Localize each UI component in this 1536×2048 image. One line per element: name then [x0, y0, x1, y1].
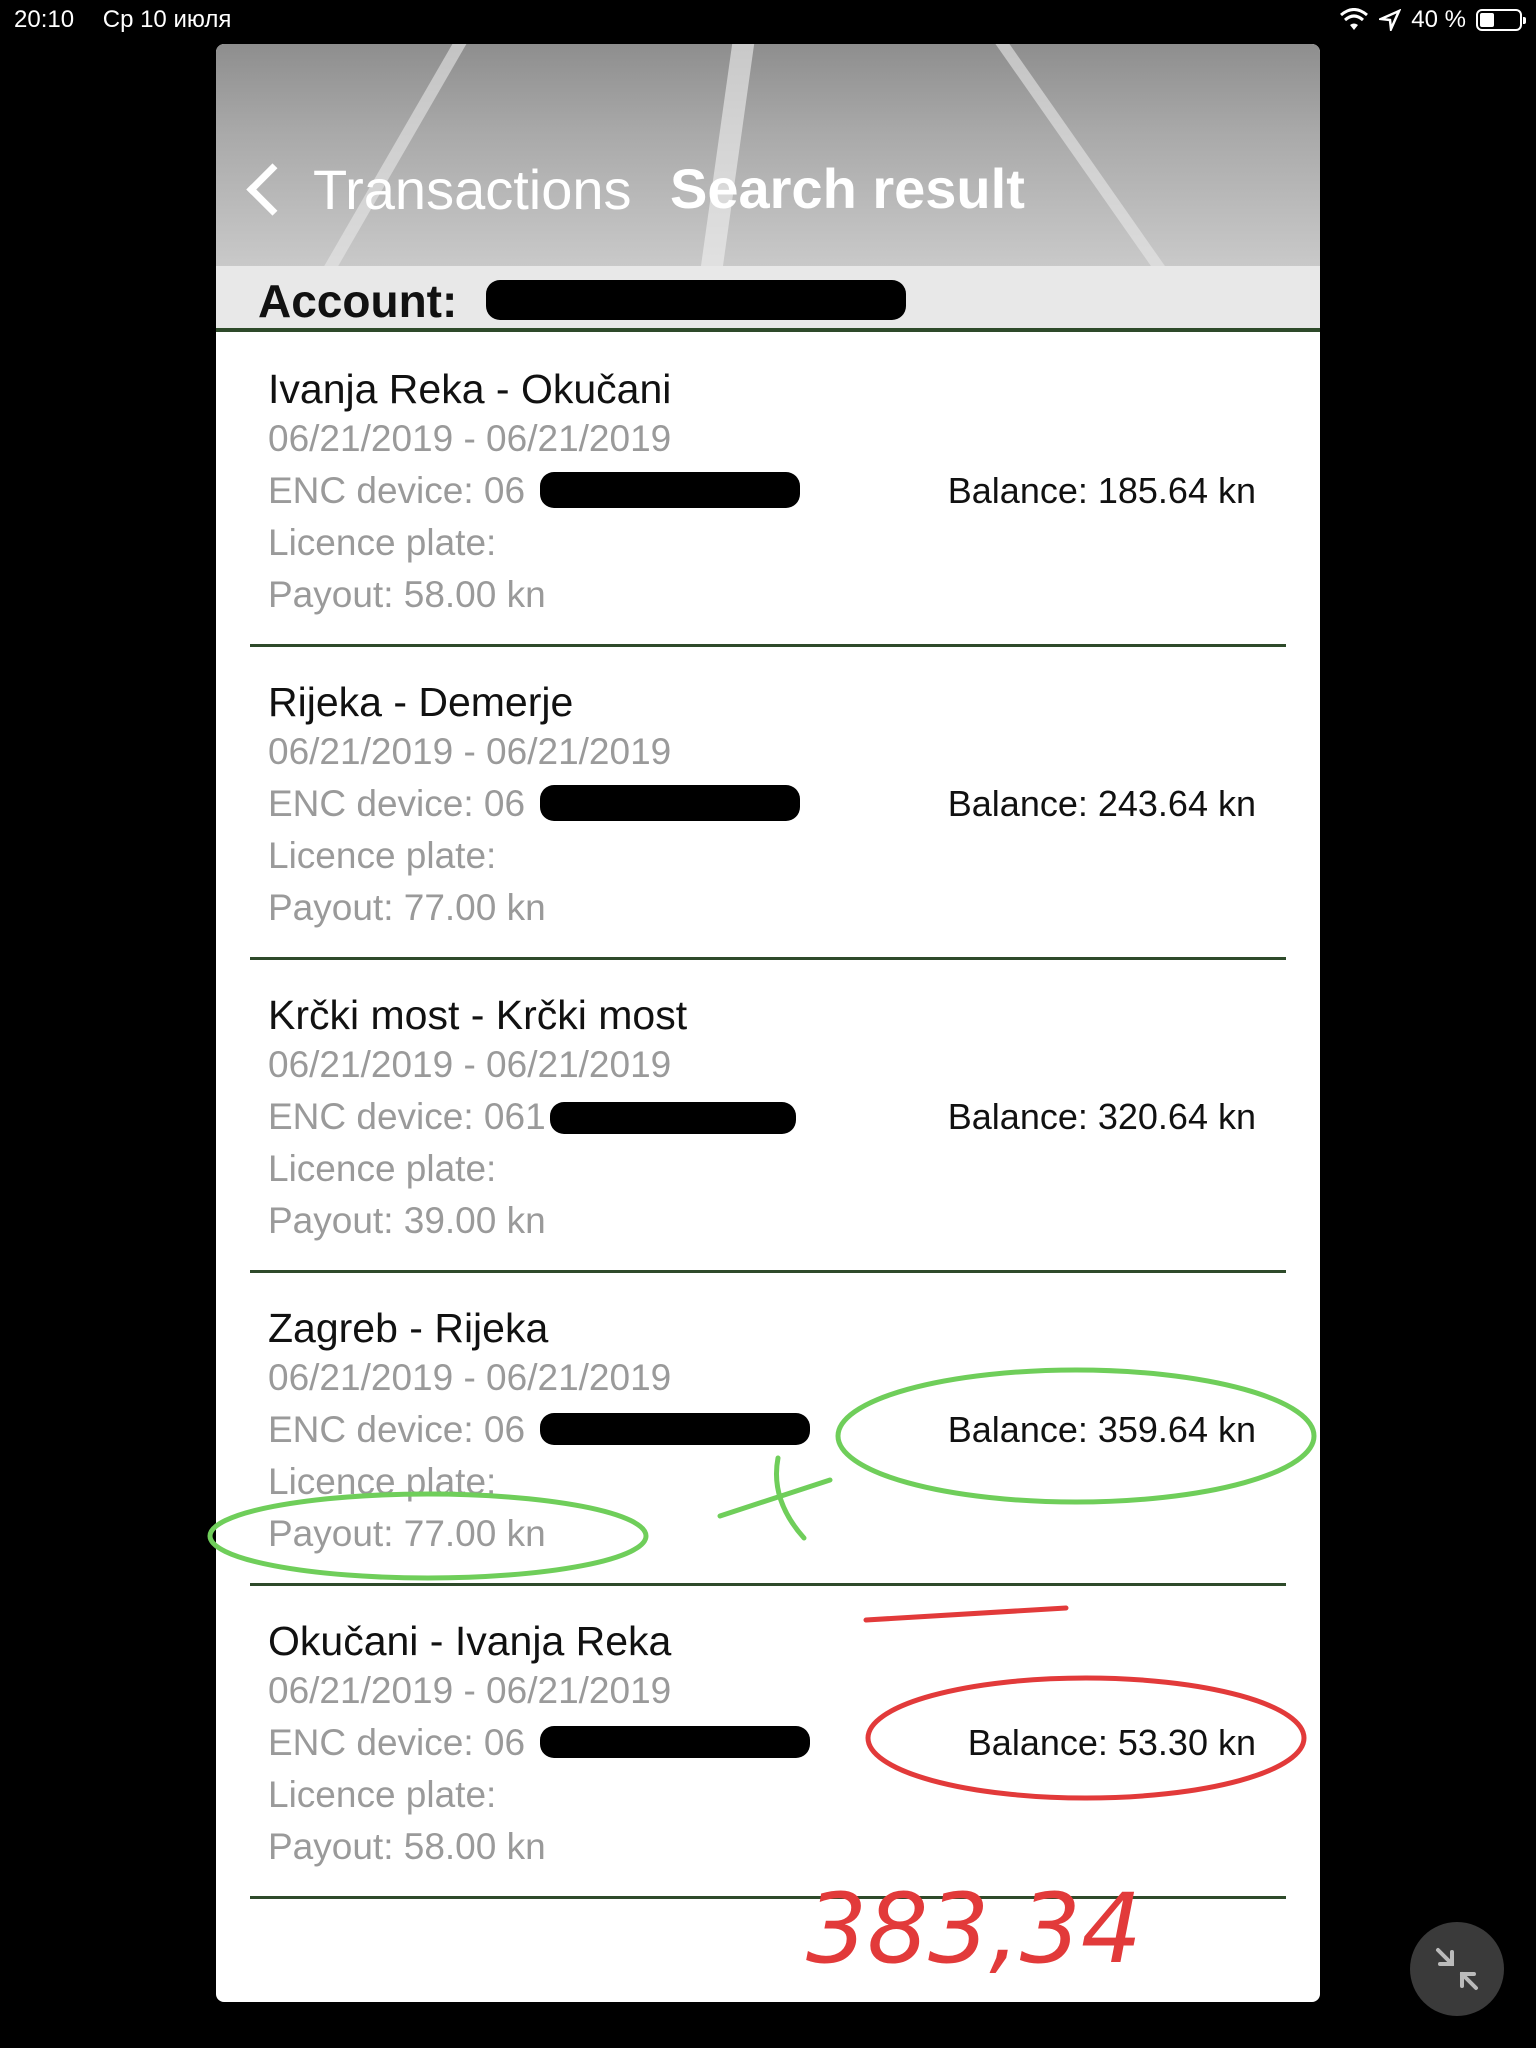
payout: Payout: 77.00 kn: [268, 887, 546, 928]
payout: Payout: 39.00 kn: [268, 1200, 546, 1241]
licence-plate: Licence plate:: [268, 522, 497, 563]
redaction-mark: [540, 1413, 810, 1445]
route-name: Okučani - Ivanja Reka: [268, 1618, 672, 1664]
list-item[interactable]: Zagreb - Rijeka 06/21/2019 - 06/21/2019 …: [250, 1273, 1286, 1586]
date-range: 06/21/2019 - 06/21/2019: [268, 418, 672, 459]
enc-device: ENC device: 06: [268, 783, 526, 824]
status-right: 40 %: [1339, 6, 1526, 34]
route-name: Krčki most - Krčki most: [268, 992, 688, 1038]
licence-plate: Licence plate:: [268, 1774, 497, 1815]
header: Transactions Search result: [216, 44, 1320, 266]
back-label: Transactions: [313, 157, 632, 221]
enc-device: ENC device: 061: [268, 1096, 546, 1137]
payout: Payout: 77.00 kn: [268, 1513, 546, 1554]
chevron-left-icon: [246, 162, 299, 216]
status-date: Ср 10 июля: [102, 6, 232, 33]
battery-percent: 40 %: [1411, 6, 1466, 33]
licence-plate: Licence plate:: [268, 1148, 497, 1189]
enc-device: ENC device: 06: [268, 1409, 526, 1450]
status-left: 20:10 Ср 10 июля: [14, 6, 253, 34]
redaction-mark: [540, 472, 800, 508]
date-range: 06/21/2019 - 06/21/2019: [268, 1670, 672, 1711]
account-bar: Account:: [216, 266, 1320, 332]
list-item[interactable]: Krčki most - Krčki most 06/21/2019 - 06/…: [250, 960, 1286, 1273]
redaction-mark: [550, 1102, 796, 1134]
list-item[interactable]: Okučani - Ivanja Reka 06/21/2019 - 06/21…: [250, 1586, 1286, 1899]
wifi-icon: [1340, 8, 1369, 30]
route-name: Ivanja Reka - Okučani: [268, 366, 672, 412]
transaction-list[interactable]: Ivanja Reka - Okučani 06/21/2019 - 06/21…: [216, 334, 1320, 1899]
status-time: 20:10: [14, 6, 75, 33]
balance: Balance: 243.64 kn: [947, 783, 1256, 824]
licence-plate: Licence plate:: [268, 1461, 497, 1502]
enc-device: ENC device: 06: [268, 470, 526, 511]
balance: Balance: 320.64 kn: [947, 1096, 1256, 1137]
date-range: 06/21/2019 - 06/21/2019: [268, 1357, 672, 1398]
redaction-mark: [486, 280, 906, 320]
balance: Balance: 185.64 kn: [947, 470, 1256, 511]
app-window: Transactions Search result Account: Ivan…: [216, 44, 1320, 2002]
enc-device: ENC device: 06: [268, 1722, 526, 1763]
redaction-mark: [540, 785, 800, 821]
list-item[interactable]: Ivanja Reka - Okučani 06/21/2019 - 06/21…: [250, 334, 1286, 647]
status-bar: 20:10 Ср 10 июля 40 %: [0, 0, 1536, 40]
account-label: Account:: [258, 275, 458, 327]
compress-icon: [1436, 1948, 1478, 1990]
payout: Payout: 58.00 kn: [268, 574, 546, 615]
date-range: 06/21/2019 - 06/21/2019: [268, 731, 672, 772]
route-name: Zagreb - Rijeka: [268, 1305, 549, 1351]
battery-icon: [1476, 9, 1526, 31]
list-item[interactable]: Rijeka - Demerje 06/21/2019 - 06/21/2019…: [250, 647, 1286, 960]
page-title: Search result: [670, 157, 1025, 220]
back-button[interactable]: Transactions: [244, 154, 632, 224]
licence-plate: Licence plate:: [268, 835, 497, 876]
redaction-mark: [540, 1726, 810, 1758]
date-range: 06/21/2019 - 06/21/2019: [268, 1044, 672, 1085]
balance: Balance: 359.64 kn: [947, 1409, 1256, 1450]
balance: Balance: 53.30 kn: [967, 1722, 1256, 1763]
compress-button[interactable]: [1410, 1922, 1504, 2016]
location-arrow-icon: [1379, 9, 1402, 31]
route-name: Rijeka - Demerje: [268, 679, 574, 725]
payout: Payout: 58.00 kn: [268, 1826, 546, 1867]
